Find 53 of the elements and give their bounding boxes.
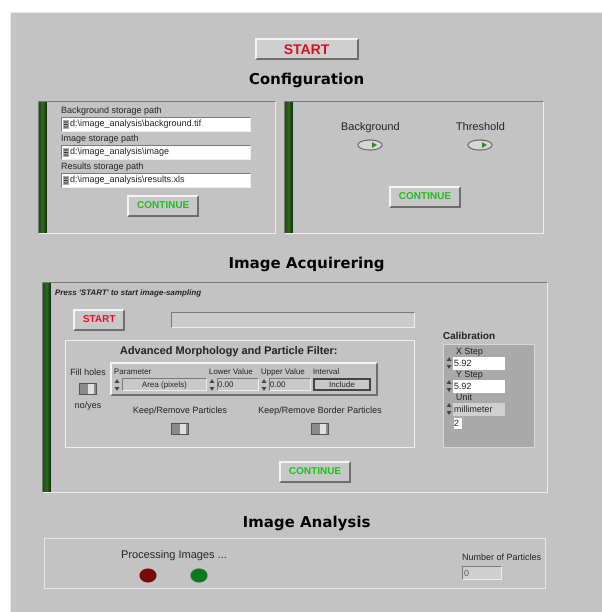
spinner-arrows-icon[interactable] [208, 378, 215, 392]
field-label: Results storage path [61, 162, 145, 170]
filter-title: Advanced Morphology and Particle Filter: [120, 344, 338, 359]
instruction-text: Press 'START' to start image-sampling [54, 287, 202, 299]
unit-field[interactable]: millimeter [452, 402, 505, 416]
switch-caption: no/yes [74, 401, 102, 410]
section-title: Image Acquirering [228, 252, 385, 274]
y-step-field[interactable]: 5.92 [452, 380, 505, 392]
path-field[interactable]: d:\image_analysis\results.xls [61, 172, 251, 188]
path-icon [63, 148, 69, 156]
path-icon [63, 176, 69, 184]
field-label: Image storage path [61, 134, 140, 142]
toggle-label: Threshold [456, 122, 505, 132]
switch-label: Keep/Remove Border Particles [258, 406, 382, 414]
column-label: Interval [312, 366, 340, 378]
field-label: Background storage path [61, 106, 163, 114]
spinner-arrows-icon[interactable] [446, 379, 452, 393]
column-label: Upper Value [260, 366, 306, 378]
path-field[interactable]: d:\image_analysis\image [61, 144, 251, 160]
field-label: X Step [456, 347, 484, 356]
particles-field: 0 [462, 566, 502, 580]
processing-label: Processing Images ... [121, 548, 227, 562]
lower-value-field[interactable]: 0.00 [216, 378, 259, 391]
slide-switch-icon[interactable] [170, 422, 189, 434]
upper-value-field[interactable]: 0.00 [268, 378, 311, 391]
calibration-title: Calibration [442, 330, 496, 344]
toggle-switch-icon[interactable] [467, 138, 494, 150]
spinner-arrows-icon[interactable] [446, 356, 452, 370]
field-label: Y Step [456, 370, 484, 379]
slide-switch-icon[interactable] [310, 422, 329, 434]
spinner-arrows-icon[interactable] [260, 378, 267, 392]
section-title: Image Analysis [242, 512, 370, 533]
toggle-switch-icon[interactable] [357, 138, 384, 150]
particles-label: Number of Particles [462, 550, 541, 564]
switch-label: Fill holes [70, 368, 106, 377]
led-indicator [139, 568, 158, 583]
path-field[interactable]: d:\image_analysis\background.tif [61, 116, 251, 132]
led-indicator [190, 568, 208, 583]
x-step-field[interactable]: 5.92 [452, 356, 505, 370]
spinner-arrows-icon[interactable] [446, 402, 452, 416]
field-label: Unit [456, 393, 473, 402]
parameter-field[interactable]: Area (pixels) [122, 378, 207, 391]
start-button[interactable]: START [254, 38, 358, 60]
switch-label: Keep/Remove Particles [132, 406, 227, 414]
column-label: Parameter [114, 366, 152, 378]
toggle-label: Background [340, 122, 400, 132]
index-field[interactable]: 2 [454, 418, 462, 429]
interval-button[interactable]: Include [312, 378, 371, 391]
spinner-arrows-icon[interactable] [114, 378, 120, 392]
slide-switch-icon[interactable] [78, 383, 97, 395]
path-icon [63, 120, 69, 128]
section-title: Configuration [248, 69, 364, 90]
column-label: Lower Value [208, 366, 254, 378]
